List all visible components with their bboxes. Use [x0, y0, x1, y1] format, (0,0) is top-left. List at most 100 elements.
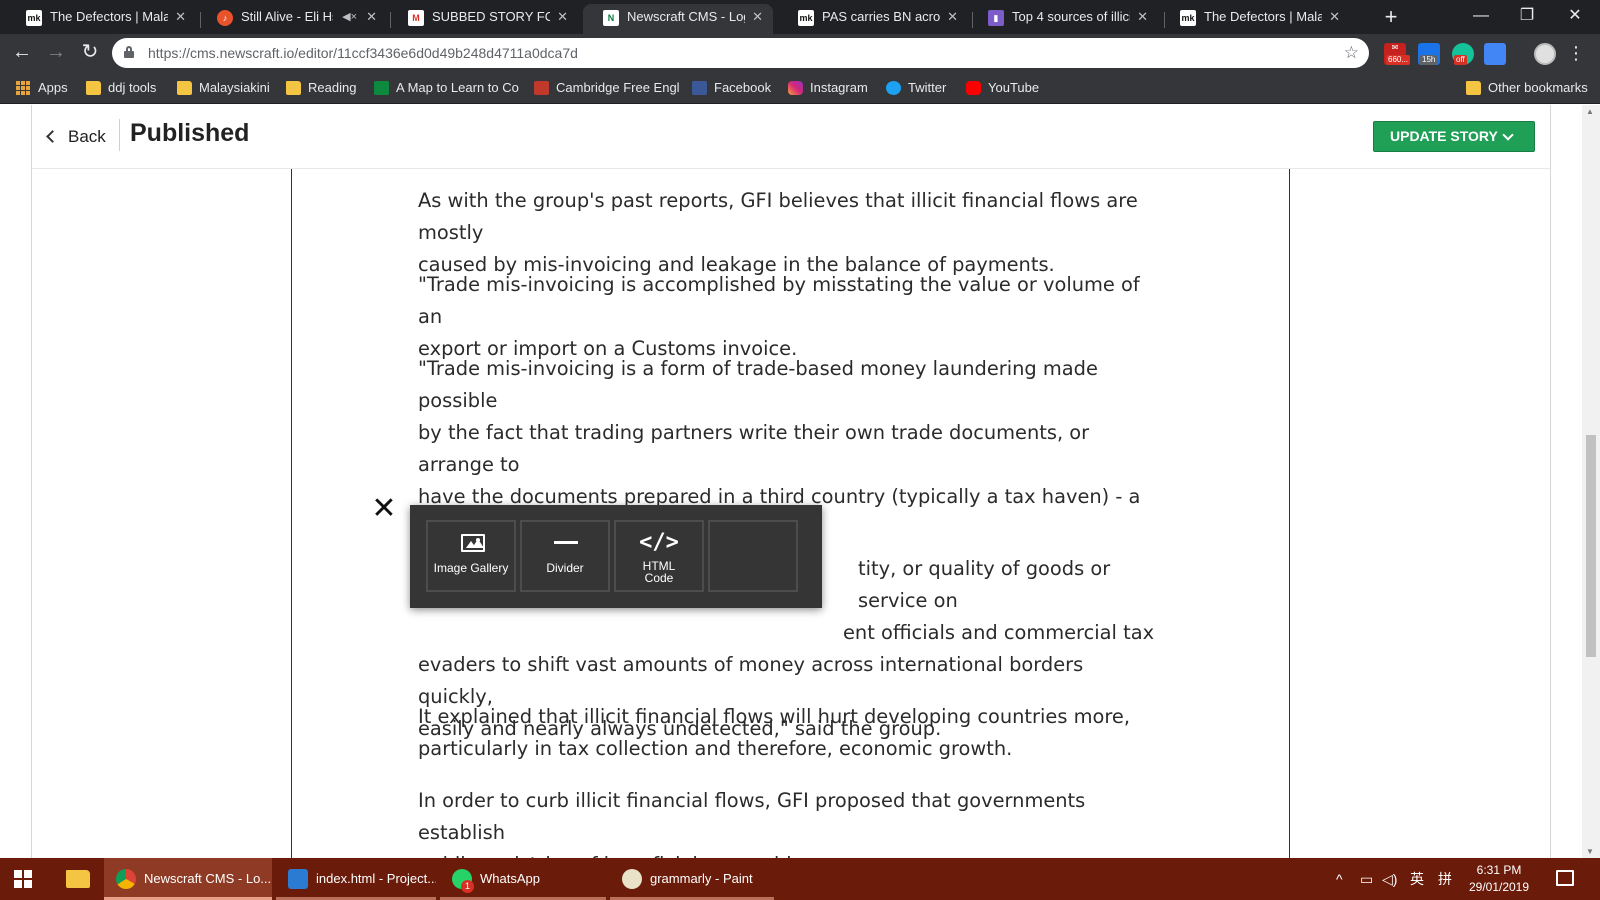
browser-tab[interactable]: M SUBBED STORY FOR SU ✕	[388, 4, 578, 34]
article-paragraph[interactable]: In order to curb illicit financial flows…	[418, 785, 1158, 858]
calendar-icon[interactable]: 15h	[1418, 43, 1440, 65]
ime-language[interactable]: 英	[1410, 858, 1424, 900]
system-clock[interactable]: 6:31 PM 29/01/2019	[1460, 862, 1538, 896]
minimize-icon[interactable]: —	[1458, 0, 1504, 32]
folder-icon	[86, 81, 101, 95]
browser-tab[interactable]: ♪ Still Alive - Eli Hsie ◀× ✕	[197, 4, 387, 34]
back-arrow-icon[interactable]: ←	[9, 40, 35, 66]
tab-title: Newscraft CMS - Logg	[627, 9, 745, 24]
vertical-scrollbar[interactable]: ▲ ▼	[1582, 105, 1600, 858]
youtube-icon	[966, 81, 981, 95]
taskbar-label: grammarly - Paint	[650, 871, 753, 886]
ime-mode[interactable]: 拼	[1438, 858, 1452, 900]
translate-icon[interactable]	[1484, 43, 1506, 65]
profile-avatar[interactable]	[1534, 43, 1556, 65]
scroll-up-icon[interactable]: ▲	[1586, 107, 1594, 116]
apps-grid-icon	[16, 81, 31, 95]
windows-start-icon[interactable]	[14, 870, 32, 888]
insert-empty-slot[interactable]	[708, 520, 798, 592]
bookmark-link[interactable]: A Map to Learn to Co	[374, 72, 519, 104]
cms-viewport: Back Published UPDATE STORY As with the …	[0, 105, 1600, 858]
image-gallery-icon	[461, 534, 485, 552]
url-text[interactable]: https://cms.newscraft.io/editor/11ccf343…	[148, 38, 578, 68]
insert-item-label: Divider	[546, 561, 584, 575]
browser-tab[interactable]: mk The Defectors | Malaysi ✕	[6, 4, 196, 34]
tab-title: SUBBED STORY FOR SU	[432, 9, 550, 24]
scrollbar-thumb[interactable]	[1586, 435, 1596, 657]
clock-date: 29/01/2019	[1468, 880, 1530, 894]
volume-icon[interactable]: ◁)	[1382, 858, 1397, 900]
close-insert-menu-icon[interactable]: ✕	[370, 494, 398, 524]
update-story-button[interactable]: UPDATE STORY	[1373, 121, 1535, 152]
browser-tab-active[interactable]: N Newscraft CMS - Logg ✕	[583, 4, 773, 34]
browser-tab[interactable]: ▮ Top 4 sources of illicit f ✕	[968, 4, 1158, 34]
taskbar-item-paint[interactable]: grammarly - Paint	[610, 858, 774, 900]
bookmark-folder[interactable]: Malaysiakini	[177, 72, 270, 104]
taskbar-item-chrome[interactable]: Newscraft CMS - Lo...	[104, 858, 272, 900]
reload-icon[interactable]: ↻	[77, 40, 103, 66]
text-line: ent officials and commercial tax	[843, 621, 1155, 644]
chevron-up-icon[interactable]: ^	[1336, 858, 1343, 900]
close-icon[interactable]: ✕	[366, 4, 377, 30]
facebook-icon	[692, 81, 707, 95]
article-paragraph[interactable]: "Trade mis-invoicing is accomplished by …	[418, 269, 1158, 365]
browser-tab[interactable]: mk The Defectors | Malaysi ✕	[1160, 4, 1350, 34]
bookmark-star-icon[interactable]: ☆	[1344, 38, 1359, 68]
bookmark-folder[interactable]: ddj tools	[86, 72, 156, 104]
header-divider	[119, 119, 120, 151]
bookmark-apps[interactable]: Apps	[16, 72, 68, 104]
clock-time: 6:31 PM	[1476, 863, 1522, 877]
back-button[interactable]: Back	[46, 123, 106, 151]
other-bookmarks[interactable]: Other bookmarks	[1466, 72, 1588, 104]
insert-html-code-button[interactable]: </> HTML Code	[614, 520, 704, 592]
taskbar-item-vscode[interactable]: index.html - Project...	[276, 858, 436, 900]
insert-block-menu: Image Gallery Divider </> HTML Code	[410, 505, 822, 608]
file-explorer-icon[interactable]	[66, 870, 90, 888]
bookmark-link[interactable]: Cambridge Free Engl	[534, 72, 680, 104]
more-menu-icon[interactable]: ⋮	[1566, 40, 1586, 66]
bookmark-label: Reading	[308, 80, 357, 95]
article-paragraph[interactable]: It explained that illicit financial flow…	[418, 701, 1158, 765]
bookmark-link[interactable]: Instagram	[788, 72, 868, 104]
text-line: by the fact that trading partners write …	[418, 421, 1090, 476]
bookmarks-bar: Apps ddj tools Malaysiakini Reading A Ma…	[0, 72, 1600, 104]
bookmark-label: Other bookmarks	[1488, 80, 1588, 95]
close-icon[interactable]: ✕	[947, 4, 958, 30]
taskbar-label: Newscraft CMS - Lo...	[144, 871, 272, 886]
html-code-icon: </>	[639, 530, 679, 555]
bookmark-link[interactable]: YouTube	[966, 72, 1039, 104]
windows-taskbar: Newscraft CMS - Lo... index.html - Proje…	[0, 858, 1600, 900]
editor-header: Back Published UPDATE STORY	[32, 105, 1550, 169]
address-bar[interactable]: https://cms.newscraft.io/editor/11ccf343…	[112, 38, 1369, 68]
close-icon[interactable]: ✕	[175, 4, 186, 30]
taskbar-item-whatsapp[interactable]: 1 WhatsApp	[440, 858, 606, 900]
bookmark-folder[interactable]: Reading	[286, 72, 356, 104]
speaker-muted-icon[interactable]: ◀×	[342, 4, 357, 30]
article-paragraph[interactable]: As with the group's past reports, GFI be…	[418, 185, 1158, 281]
window-close-icon[interactable]: ✕	[1552, 0, 1598, 32]
bookmark-link[interactable]: Twitter	[886, 72, 946, 104]
close-icon[interactable]: ✕	[1329, 4, 1340, 30]
insert-divider-button[interactable]: Divider	[520, 520, 610, 592]
forward-arrow-icon[interactable]: →	[43, 40, 69, 66]
tab-title: Top 4 sources of illicit f	[1012, 9, 1130, 24]
gmail-icon: M	[408, 10, 424, 26]
bookmark-link[interactable]: Facebook	[692, 72, 771, 104]
close-icon[interactable]: ✕	[557, 4, 568, 30]
close-icon[interactable]: ✕	[1137, 4, 1148, 30]
grammarly-icon[interactable]: off	[1452, 43, 1474, 65]
malaysiakini-icon: mk	[798, 10, 814, 26]
malaysiakini-icon: mk	[26, 10, 42, 26]
browser-tab[interactable]: mk PAS carries BN across f ✕	[778, 4, 968, 34]
new-tab-button[interactable]: +	[1378, 5, 1404, 31]
battery-icon[interactable]: ▭	[1360, 858, 1373, 900]
restore-icon[interactable]: ❐	[1504, 0, 1550, 32]
mail-checker-icon[interactable]: ✉ 660...	[1384, 43, 1411, 65]
insert-item-label: Image Gallery	[433, 561, 509, 575]
malaysiakini-icon: mk	[1180, 10, 1196, 26]
browser-tab-strip: mk The Defectors | Malaysi ✕ ♪ Still Ali…	[0, 0, 1600, 34]
action-center-icon[interactable]	[1556, 870, 1574, 886]
close-icon[interactable]: ✕	[752, 4, 763, 30]
insert-image-gallery-button[interactable]: Image Gallery	[426, 520, 516, 592]
scroll-down-icon[interactable]: ▼	[1586, 847, 1594, 856]
